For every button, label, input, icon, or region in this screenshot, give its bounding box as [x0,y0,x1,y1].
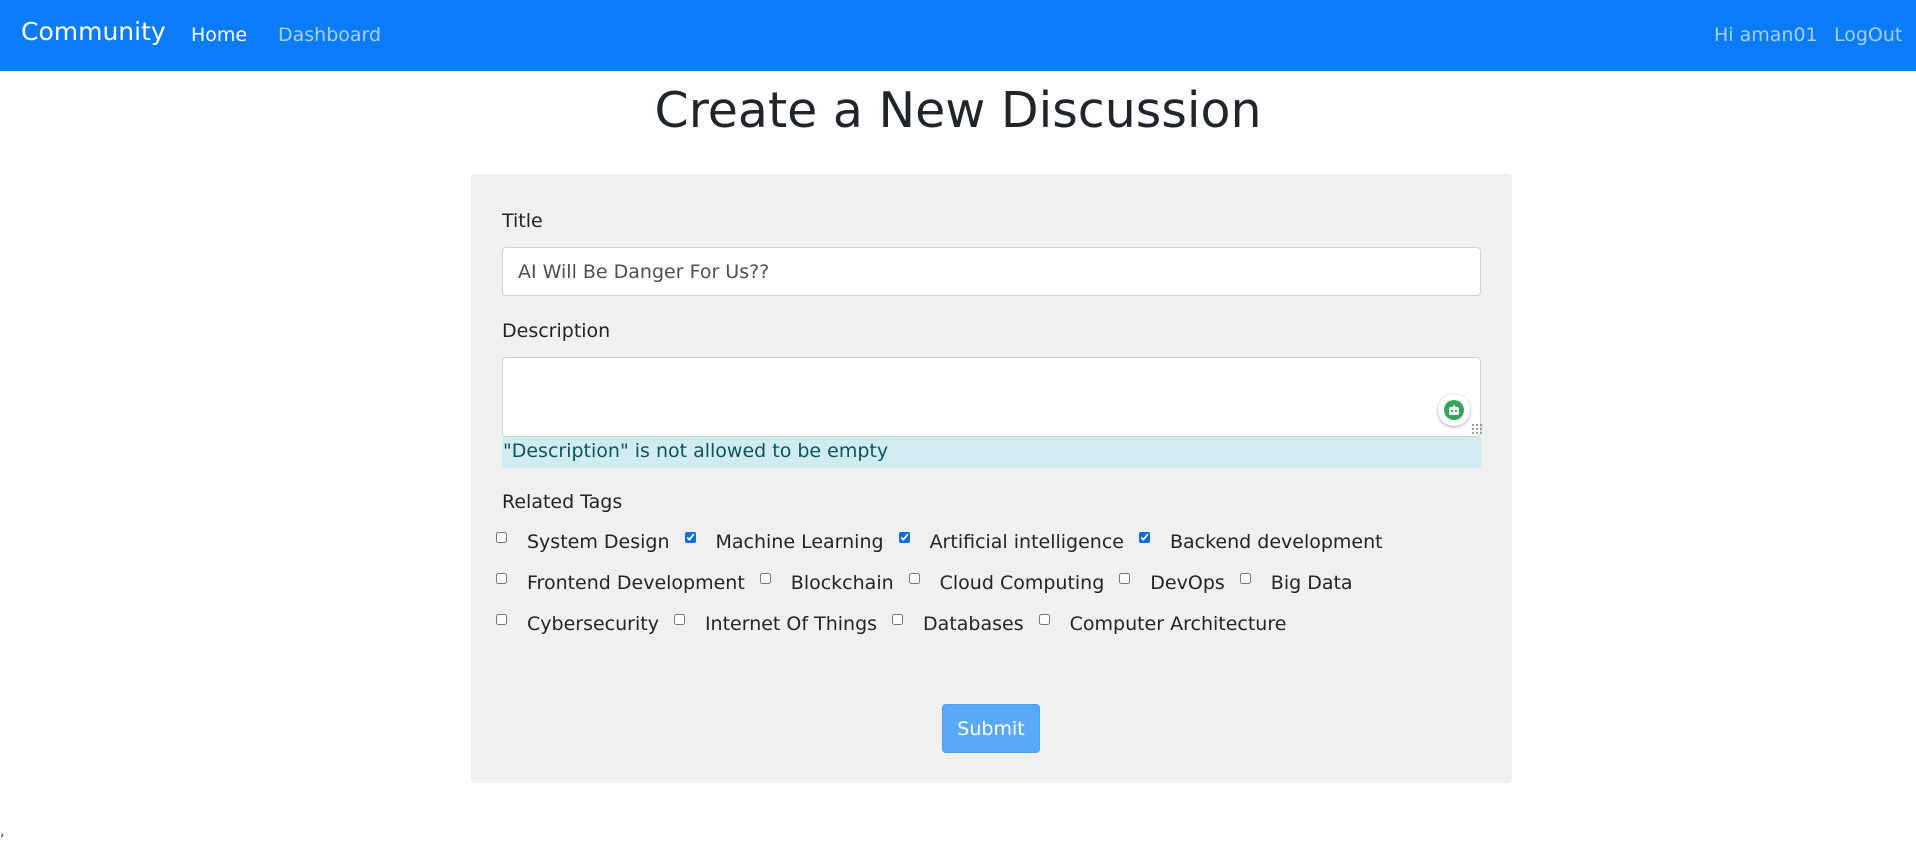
tag-checkbox[interactable] [1038,613,1050,625]
tag-label: Internet Of Things [704,613,878,635]
discussion-form: Title Description "Description" is not a… [471,174,1512,783]
description-label: Description [502,320,611,342]
tag-backend-development[interactable]: Backend development [1138,531,1383,553]
tag-blockchain[interactable]: Blockchain [759,572,894,594]
tag-devops[interactable]: DevOps [1119,572,1225,594]
description-error-alert: "Description" is not allowed to be empty [502,437,1481,468]
tag-label: Machine Learning [715,531,884,553]
tag-computer-architecture[interactable]: Computer Architecture [1038,613,1287,635]
tag-frontend-development[interactable]: Frontend Development [496,572,745,594]
tag-big-data[interactable]: Big Data [1239,572,1353,594]
top-navbar: Community Home Dashboard Hi aman01 LogOu… [0,0,1916,71]
brand-link[interactable]: Community [21,17,166,46]
description-textarea[interactable] [502,357,1481,437]
tag-label: Blockchain [790,572,894,594]
user-greeting-link[interactable]: Hi aman01 [1714,24,1818,46]
stray-mark: , [0,824,5,840]
resize-grip-icon[interactable] [1471,423,1482,434]
tags-row: Cybersecurity Internet Of Things Databas… [496,613,1301,635]
tag-label: Big Data [1270,572,1353,594]
tag-internet-of-things[interactable]: Internet Of Things [673,613,878,635]
tag-checkbox[interactable] [759,572,771,584]
tags-row: Frontend Development Blockchain Cloud Co… [496,572,1368,594]
nav-dashboard-link[interactable]: Dashboard [278,24,381,46]
tag-databases[interactable]: Databases [892,613,1024,635]
tag-system-design[interactable]: System Design [496,531,670,553]
tag-artificial-intelligence[interactable]: Artificial intelligence [898,531,1124,553]
tag-checkbox[interactable] [496,531,507,543]
tag-label: Frontend Development [527,572,745,594]
tag-label: Cybersecurity [527,613,659,635]
assistant-bot-icon[interactable] [1438,394,1470,426]
related-tags-label: Related Tags [502,491,623,513]
tag-checkbox[interactable] [496,613,507,625]
tag-checkbox[interactable] [908,572,920,584]
tag-label: Cloud Computing [939,572,1105,594]
nav-home-link[interactable]: Home [191,24,247,46]
tags-row: System Design Machine Learning Artificia… [496,531,1398,553]
tag-checkbox[interactable] [496,572,507,584]
tag-label: Computer Architecture [1069,613,1287,635]
submit-button[interactable]: Submit [942,704,1040,753]
page-title: Create a New Discussion [654,82,1262,139]
tag-checkbox[interactable] [1119,572,1131,584]
tag-label: System Design [527,531,670,553]
tag-label: Databases [923,613,1024,635]
tag-label: DevOps [1150,572,1225,594]
tag-checkbox[interactable] [898,531,910,543]
title-label: Title [502,210,543,232]
title-input[interactable] [502,247,1481,296]
tag-cybersecurity[interactable]: Cybersecurity [496,613,659,635]
tag-checkbox[interactable] [892,613,904,625]
tag-checkbox[interactable] [1138,531,1150,543]
tag-checkbox[interactable] [684,531,696,543]
tag-checkbox[interactable] [673,613,685,625]
tag-machine-learning[interactable]: Machine Learning [684,531,884,553]
tag-cloud-computing[interactable]: Cloud Computing [908,572,1105,594]
tag-checkbox[interactable] [1239,572,1251,584]
tag-label: Backend development [1169,531,1383,553]
logout-link[interactable]: LogOut [1834,24,1902,46]
tag-label: Artificial intelligence [929,531,1124,553]
